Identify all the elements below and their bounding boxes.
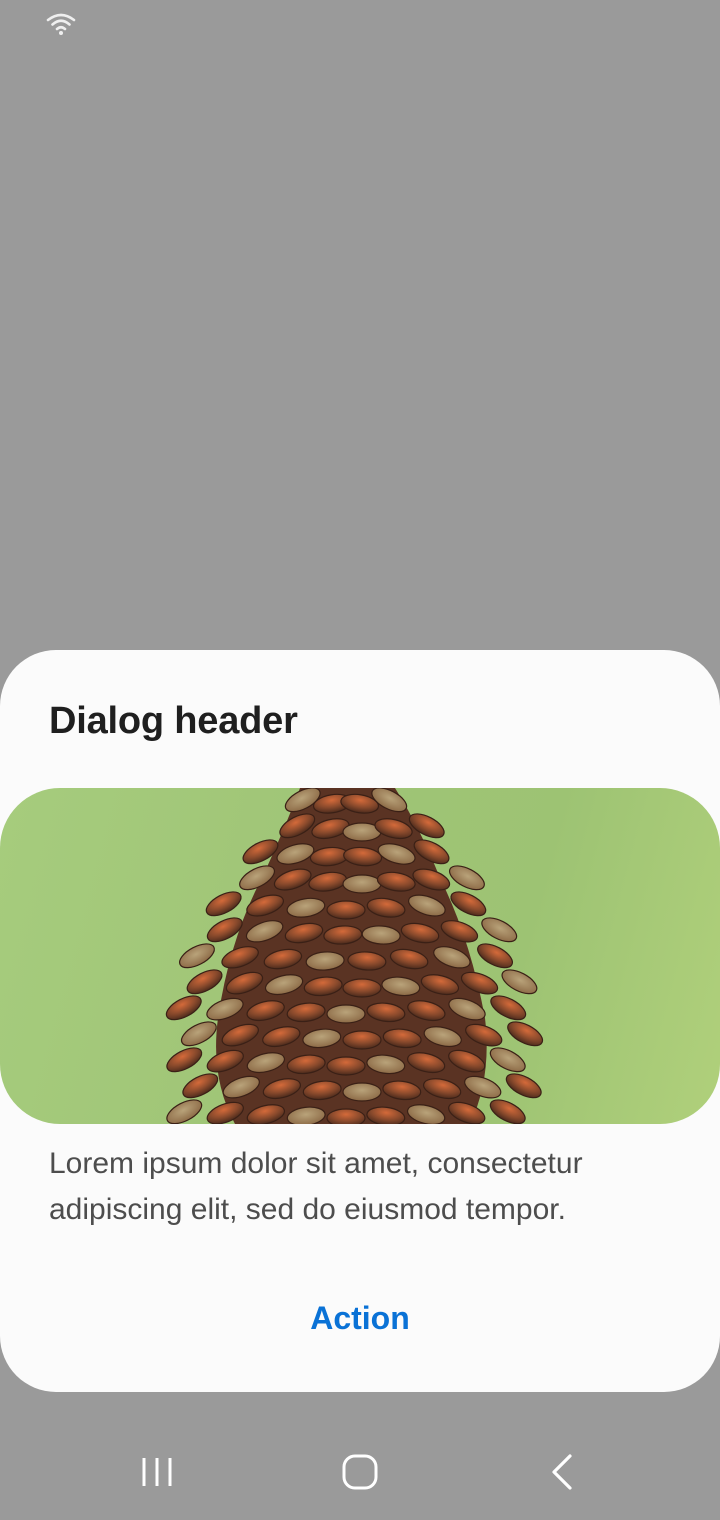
dialog-header: Dialog header	[49, 700, 298, 742]
status-bar	[0, 0, 720, 48]
dialog-body-text: Lorem ipsum dolor sit amet, consectetur …	[49, 1147, 583, 1226]
pinecone-scale	[342, 1082, 382, 1102]
pinecone-scale	[448, 865, 485, 891]
pinecone-scale	[501, 969, 538, 995]
pinecone-scale	[477, 943, 513, 969]
pinecone-scale	[166, 1099, 203, 1124]
pinecone-scale	[342, 978, 382, 998]
pinecone-scale	[489, 1099, 526, 1124]
pinecone-scale	[205, 891, 242, 917]
action-button[interactable]: Action	[260, 1286, 460, 1350]
pinecone-scale	[182, 1073, 219, 1099]
pinecone-scale	[179, 943, 215, 969]
dialog-image	[0, 788, 720, 1124]
back-icon[interactable]	[533, 1442, 593, 1502]
pinecone-scale	[326, 1004, 366, 1024]
pinecone-scale	[342, 874, 382, 894]
pinecone-scale	[481, 917, 518, 943]
pinecone-scale	[166, 1047, 203, 1073]
pinecone-scale	[326, 1108, 366, 1124]
pinecone-scale	[165, 995, 202, 1021]
pinecone-scale	[326, 1056, 366, 1076]
pinecone-image	[165, 788, 544, 1124]
pinecone-scale	[342, 1030, 382, 1050]
pinecone-scale	[507, 1021, 544, 1047]
pinecone-scale	[505, 1073, 542, 1099]
home-icon[interactable]	[330, 1442, 390, 1502]
pinecone-scale	[489, 1047, 526, 1073]
pinecone-scale	[326, 900, 366, 920]
navigation-bar	[0, 1420, 720, 1520]
pinecone-scale	[180, 1021, 217, 1047]
recents-icon[interactable]	[127, 1442, 187, 1502]
pinecone-scale	[490, 995, 527, 1021]
wifi-icon	[46, 13, 76, 35]
pinecone-scale	[186, 969, 223, 995]
